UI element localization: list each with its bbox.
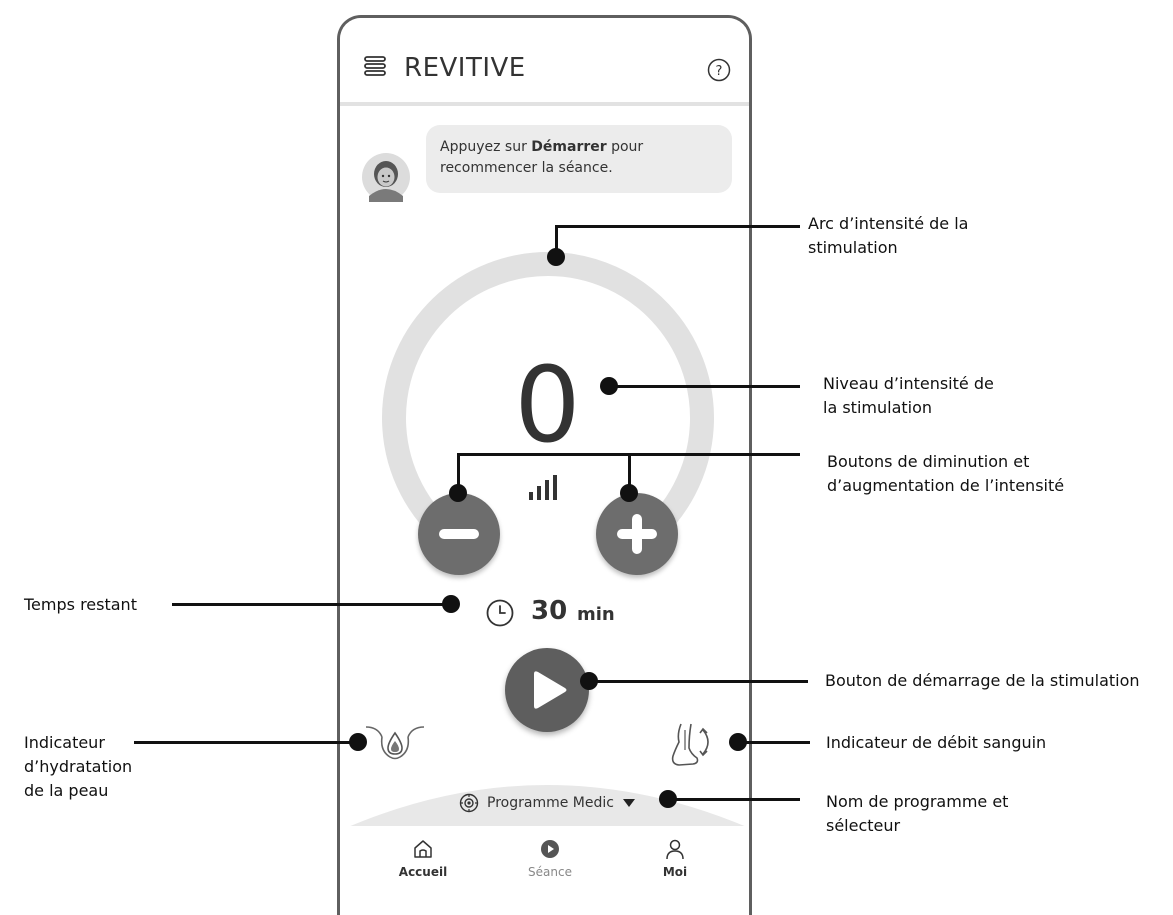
callout-start-leader: [586, 680, 808, 683]
start-stimulation-button[interactable]: [505, 648, 589, 732]
callout-level-dot: [600, 377, 618, 395]
callout-hydration-label: Indicateur d’hydratation de la peau: [24, 733, 133, 800]
nav-item-me[interactable]: Moi: [635, 838, 715, 879]
callout-hydration-dot: [349, 733, 367, 751]
nav-item-home[interactable]: Accueil: [383, 838, 463, 879]
coach-avatar: [362, 153, 410, 202]
remaining-time-unit: min: [577, 604, 615, 625]
callout-time-leader: [172, 603, 452, 606]
callout-bloodflow-label: Indicateur de débit sanguin: [826, 733, 1047, 752]
clock-icon: [486, 599, 514, 627]
nav-item-session[interactable]: Séance: [510, 838, 590, 879]
decrease-intensity-button[interactable]: [418, 493, 500, 575]
callout-program-leader: [668, 798, 800, 801]
increase-intensity-button[interactable]: [596, 493, 678, 575]
play-circle-icon: [541, 840, 559, 858]
app-title: REVITIVE: [404, 53, 526, 83]
plus-icon: [617, 514, 657, 554]
minus-icon: [439, 529, 479, 539]
hamburger-menu-icon[interactable]: [364, 56, 386, 76]
callout-level-leader: [606, 385, 800, 388]
phone-frame: REVITIVE ? Appuyez sur Démarrer pour rec…: [337, 15, 752, 915]
coach-message-prefix: Appuyez sur: [440, 139, 532, 155]
program-target-icon: [459, 793, 479, 813]
callout-time-dot: [442, 595, 460, 613]
home-icon: [414, 840, 432, 858]
callout-arc-dot: [547, 248, 565, 266]
app-bar: REVITIVE ?: [340, 18, 749, 102]
callout-level-label: Niveau d’intensité de la stimulation: [823, 374, 994, 417]
callout-buttons-label: Boutons de diminution et d’augmentation …: [827, 452, 1065, 495]
program-selector[interactable]: Programme Medic: [340, 793, 749, 817]
blood-flow-icon: [671, 723, 709, 766]
bottom-navigation: Accueil Séance Moi: [340, 826, 749, 915]
callout-start-dot: [580, 672, 598, 690]
program-name: Programme Medic: [487, 795, 614, 811]
app-bar-divider: [340, 102, 749, 106]
callout-time-label: Temps restant: [24, 595, 137, 614]
callout-plus-dot: [620, 484, 638, 502]
help-question-icon[interactable]: ?: [707, 58, 731, 82]
callout-minus-dot: [449, 484, 467, 502]
coach-message-bubble: Appuyez sur Démarrer pour recommencer la…: [426, 125, 732, 193]
intensity-level: 0: [514, 344, 581, 466]
coach-message-start-word: Démarrer: [531, 139, 607, 155]
skin-hydration-icon: [365, 726, 425, 760]
callout-bloodflow-leader: [738, 741, 810, 744]
nav-item-label: Accueil: [398, 865, 448, 879]
signal-bars-icon: [529, 475, 557, 500]
callout-arc-leader: [555, 225, 800, 228]
callout-start-label: Bouton de démarrage de la stimulation: [825, 671, 1140, 690]
callout-arc-label: Arc d’intensité de la stimulation: [808, 214, 969, 257]
callout-program-label: Nom de programme et sélecteur: [826, 792, 1009, 835]
caret-down-icon: [622, 799, 635, 807]
nav-item-label: Moi: [662, 865, 688, 879]
callout-hydration-leader: [134, 741, 358, 744]
user-icon: [666, 839, 684, 860]
svg-text:?: ?: [716, 64, 723, 79]
remaining-time-value: 30: [531, 596, 568, 626]
callout-bloodflow-dot: [729, 733, 747, 751]
play-icon: [534, 671, 567, 709]
nav-item-label: Séance: [528, 865, 572, 879]
callout-program-dot: [659, 790, 677, 808]
